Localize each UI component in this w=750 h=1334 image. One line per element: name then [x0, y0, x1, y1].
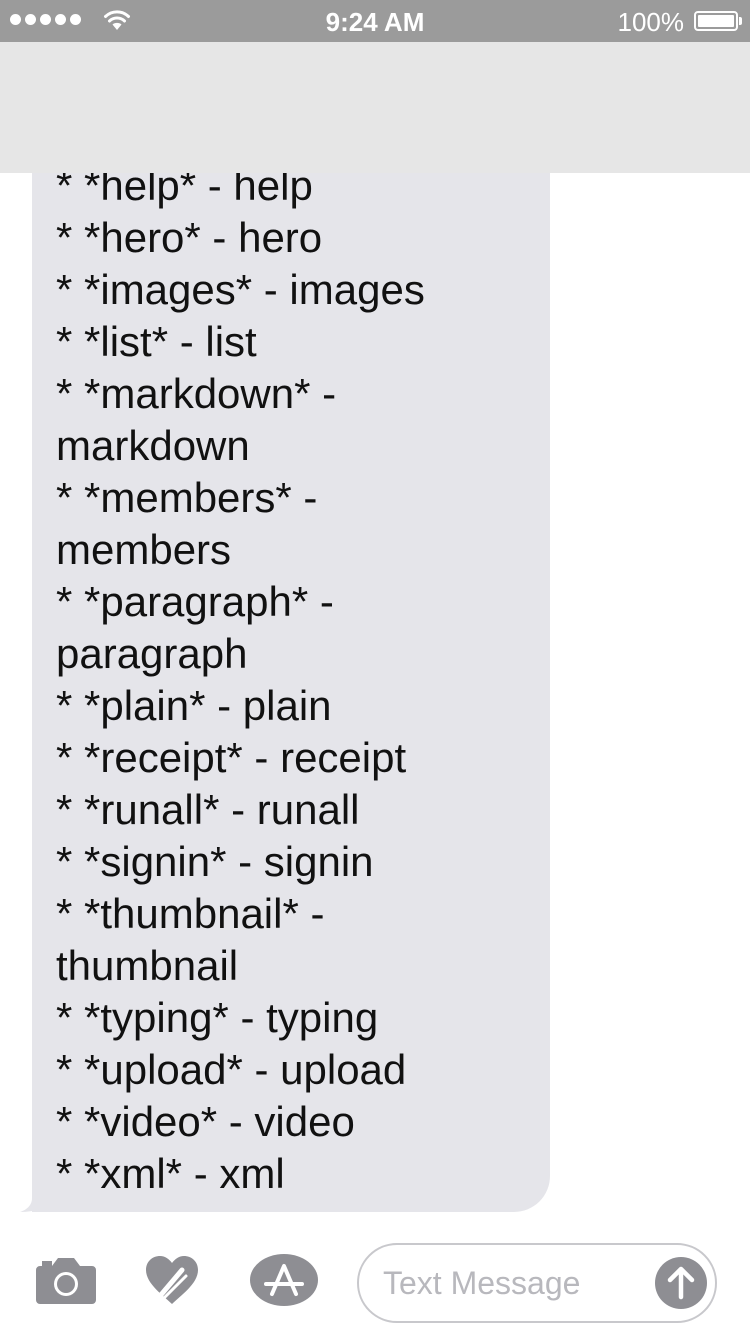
message-line: * *video* - video [56, 1098, 355, 1145]
message-line: * *signin* - signin [56, 838, 374, 885]
message-line: * *members* - [56, 474, 318, 521]
incoming-message-bubble[interactable]: * *help* - help * *hero* - hero * *images*… [32, 140, 550, 1212]
message-input-bar [0, 1228, 750, 1334]
message-line: * *images* - images [56, 266, 425, 313]
app-store-icon[interactable] [250, 1250, 318, 1310]
message-line: markdown [56, 422, 250, 469]
battery-percent: 100% [617, 7, 685, 37]
message-line: * *paragraph* - [56, 578, 334, 625]
camera-icon[interactable] [36, 1250, 96, 1310]
message-text: * *help* - help * *hero* - hero * *images*… [56, 160, 538, 1200]
digital-touch-icon[interactable] [142, 1250, 202, 1310]
message-list[interactable]: * *help* - help * *hero* - hero * *images*… [0, 0, 750, 1228]
message-line: * *receipt* - receipt [56, 734, 407, 781]
message-line: * *xml* - xml [56, 1150, 285, 1197]
message-line: * *runall* - runall [56, 786, 360, 833]
text-message-input[interactable] [383, 1253, 643, 1313]
text-message-field[interactable] [357, 1243, 717, 1323]
message-line: * *upload* - upload [56, 1046, 407, 1093]
bubble-tail [20, 1176, 60, 1212]
message-line: * *thumbnail* - [56, 890, 325, 937]
message-line: * *list* - list [56, 318, 257, 365]
message-line: * *markdown* - [56, 370, 337, 417]
battery-icon [694, 11, 742, 31]
message-line: thumbnail [56, 942, 239, 989]
send-arrow-icon [667, 1266, 695, 1300]
message-line: * *hero* - hero [56, 214, 323, 261]
message-line: * *plain* - plain [56, 682, 332, 729]
status-bar: 9:24 AM 100% [0, 0, 750, 42]
battery-fill [698, 15, 734, 27]
message-line: * *typing* - typing [56, 994, 379, 1041]
send-button[interactable] [655, 1257, 707, 1309]
message-line: members [56, 526, 232, 573]
conversation-header [0, 42, 750, 173]
message-line: paragraph [56, 630, 248, 677]
